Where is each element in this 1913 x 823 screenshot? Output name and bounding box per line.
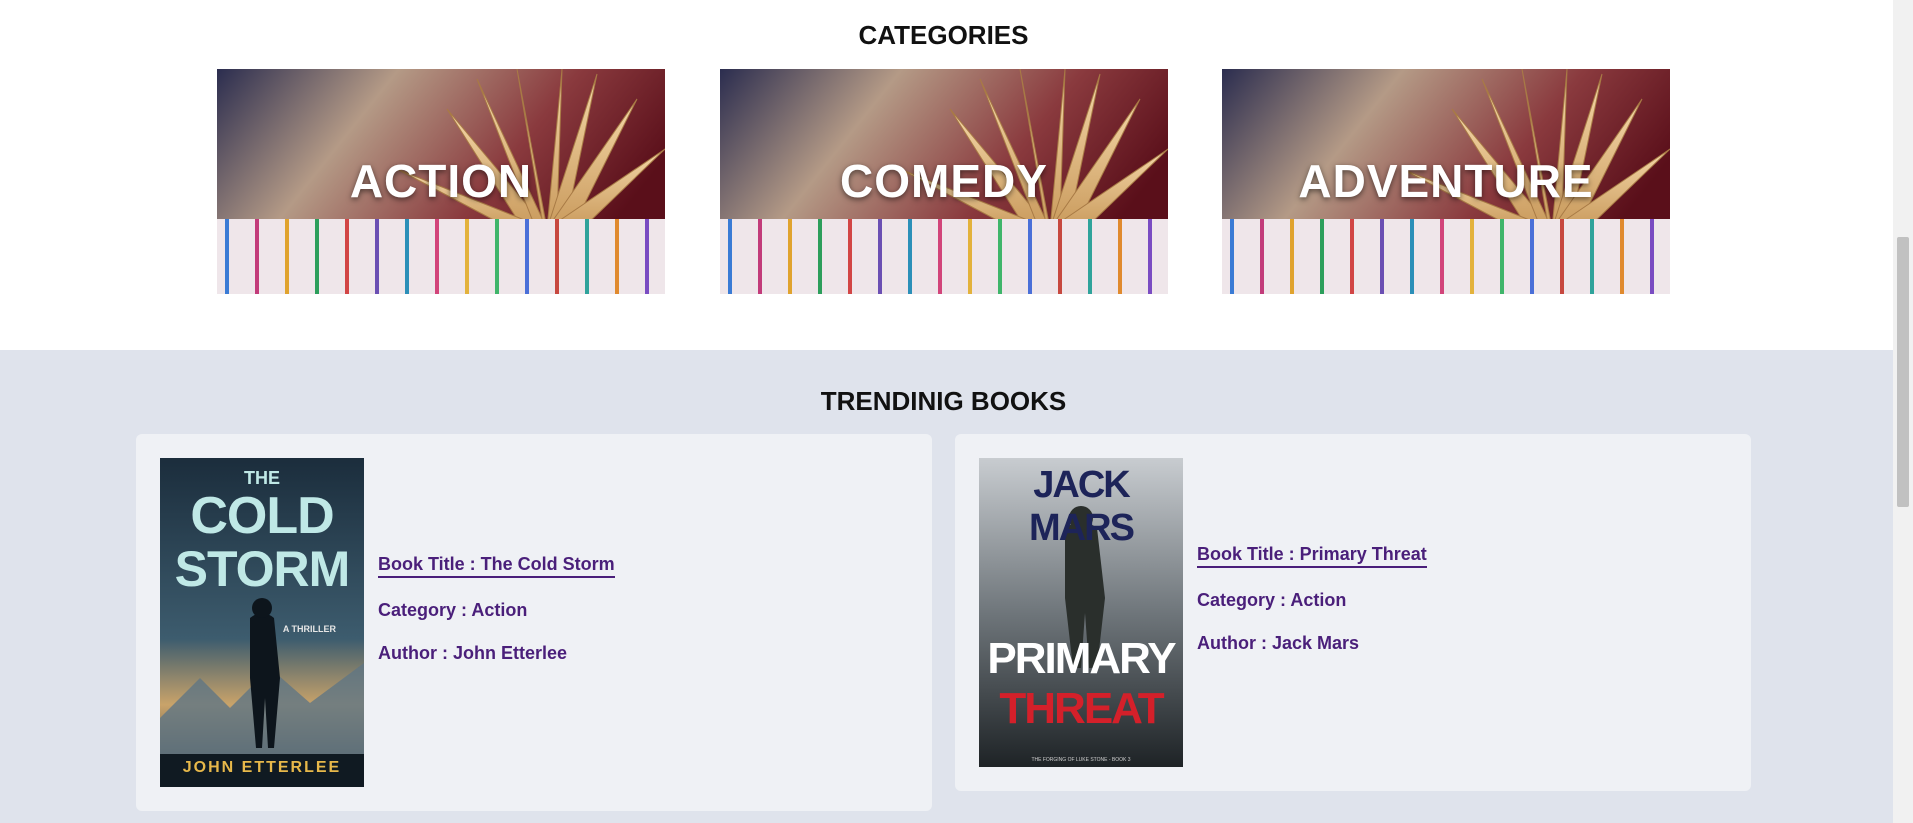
cover-text-threat: THREAT <box>999 684 1164 733</box>
scrollbar-thumb[interactable] <box>1897 237 1909 507</box>
cover-author: JOHN ETTERLEE <box>182 759 342 776</box>
category-label: ADVENTURE <box>1298 155 1594 207</box>
book-author: Author : Jack Mars <box>1197 633 1360 653</box>
book-cover[interactable]: JACK MARS PRIMARY THREAT THE FORGING OF … <box>979 458 1183 767</box>
book-card: JACK MARS PRIMARY THREAT THE FORGING OF … <box>955 434 1751 791</box>
category-label: COMEDY <box>840 155 1048 207</box>
book-cover[interactable]: THE COLD STORM A THRILLER JOHN ETTERLEE <box>160 458 364 787</box>
book-category: Category : Action <box>378 600 528 620</box>
cover-text-primary: PRIMARY <box>987 634 1176 683</box>
category-card-adventure[interactable]: ADVENTURE <box>1222 69 1670 294</box>
book-title-link[interactable]: Book Title : The Cold Storm <box>378 554 615 578</box>
category-card-comedy[interactable]: COMEDY <box>720 69 1168 294</box>
cover-text-cold: COLD <box>190 487 334 545</box>
cover-author: JACK MARS <box>1029 464 1135 549</box>
category-label: ACTION <box>349 155 533 207</box>
categories-section: CATEGORIES ACTION COMEDY ADVENTURE <box>0 0 1893 350</box>
cover-tagline: A THRILLER <box>282 624 336 634</box>
categories-heading: CATEGORIES <box>858 20 1029 50</box>
book-card: THE COLD STORM A THRILLER JOHN ETTERLEE … <box>136 434 932 811</box>
trending-heading: TRENDINIG BOOKS <box>820 386 1067 416</box>
book-title-link[interactable]: Book Title : Primary Threat <box>1197 544 1427 568</box>
cover-series: THE FORGING OF LUKE STONE - BOOK 3 <box>1031 757 1131 763</box>
page-scrollbar[interactable] <box>1893 0 1913 823</box>
page: CATEGORIES ACTION COMEDY ADVENTURE TREND… <box>0 0 1893 823</box>
trending-books-section: TRENDINIG BOOKS THE COLD STORM A THRILLE… <box>0 350 1893 823</box>
book-author: Author : John Etterlee <box>378 643 568 663</box>
cover-text-storm: STORM <box>174 541 351 597</box>
book-category: Category : Action <box>1197 590 1347 610</box>
book-info: Book Title : The Cold Storm Category : A… <box>378 554 615 664</box>
book-info: Book Title : Primary Threat Category : A… <box>1197 544 1427 654</box>
category-card-action[interactable]: ACTION <box>217 69 665 294</box>
